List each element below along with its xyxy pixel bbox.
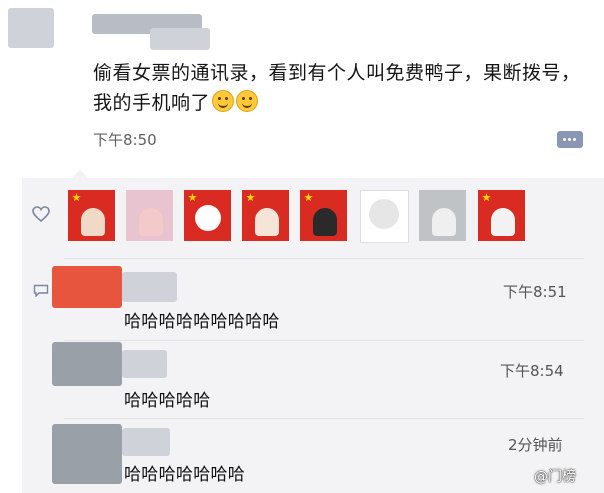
comment-timestamp: 2分钟前 bbox=[508, 436, 563, 454]
like-avatar[interactable] bbox=[242, 190, 289, 241]
comment-action-button[interactable] bbox=[557, 131, 583, 148]
like-avatar[interactable] bbox=[68, 190, 115, 241]
divider bbox=[64, 258, 584, 259]
redacted-commenter-avatar bbox=[52, 424, 122, 484]
heart-icon bbox=[32, 206, 50, 222]
redacted-username bbox=[150, 28, 210, 50]
comment-text: 哈哈哈哈哈哈哈 bbox=[124, 465, 246, 485]
comment-timestamp: 下午8:51 bbox=[503, 283, 567, 301]
like-avatar[interactable] bbox=[478, 190, 525, 241]
redacted-commenter-name bbox=[122, 272, 177, 302]
redacted-commenter-name bbox=[122, 428, 170, 456]
divider bbox=[64, 418, 584, 419]
like-avatar[interactable] bbox=[300, 190, 347, 241]
like-avatar[interactable] bbox=[126, 190, 173, 241]
like-avatar[interactable] bbox=[419, 190, 466, 241]
redacted-commenter-name bbox=[122, 350, 167, 378]
dot-icon bbox=[568, 138, 571, 141]
post-timestamp: 下午8:50 bbox=[93, 131, 157, 149]
watermark: @门榜 bbox=[534, 469, 576, 485]
comment-text: 哈哈哈哈哈哈哈哈哈 bbox=[124, 312, 280, 332]
like-avatar[interactable] bbox=[360, 190, 409, 243]
dot-icon bbox=[563, 138, 566, 141]
comment-text: 哈哈哈哈哈 bbox=[124, 391, 211, 411]
redacted-commenter-avatar bbox=[52, 266, 122, 308]
dot-icon bbox=[573, 138, 576, 141]
post-body: 偷看女票的通讯录，看到有个人叫免费鸭子，果断拨号，我的手机响了 bbox=[93, 62, 581, 114]
smile-emoji-icon bbox=[212, 90, 235, 112]
smile-emoji-icon bbox=[236, 90, 259, 112]
like-avatar[interactable] bbox=[184, 190, 231, 241]
comment-icon bbox=[33, 284, 49, 297]
redacted-commenter-avatar bbox=[52, 342, 122, 386]
redacted-username bbox=[8, 8, 54, 48]
post-text: 偷看女票的通讯录，看到有个人叫免费鸭子，果断拨号，我的手机响了 bbox=[93, 58, 593, 118]
comment-timestamp: 下午8:54 bbox=[500, 362, 564, 380]
divider bbox=[64, 340, 584, 341]
